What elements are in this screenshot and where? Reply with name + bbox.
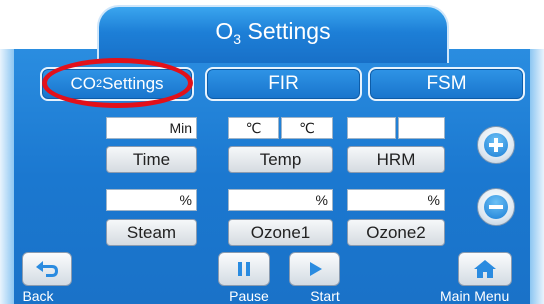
temp-min-field[interactable]: ℃ xyxy=(228,117,279,139)
temp-max-field[interactable]: ℃ xyxy=(281,117,333,139)
temp-button[interactable]: Temp xyxy=(228,146,333,173)
back-label: Back xyxy=(22,288,54,304)
pause-button[interactable] xyxy=(218,252,270,286)
steam-button[interactable]: Steam xyxy=(106,219,197,246)
fsm-button[interactable]: FSM xyxy=(368,67,525,101)
ozone2-value-field[interactable]: % xyxy=(347,189,445,211)
panel-left-edge xyxy=(0,49,14,304)
ozone1-button[interactable]: Ozone1 xyxy=(228,219,333,246)
main-menu-button[interactable] xyxy=(458,252,512,286)
hrm-value-field-left[interactable] xyxy=(347,117,396,139)
back-button[interactable] xyxy=(22,252,72,286)
time-button[interactable]: Time xyxy=(106,146,197,173)
minus-icon xyxy=(484,195,508,219)
time-value-field[interactable]: Min xyxy=(106,117,197,139)
steam-value-field[interactable]: % xyxy=(106,189,197,211)
hrm-button[interactable]: HRM xyxy=(347,146,445,173)
increase-button[interactable] xyxy=(477,126,515,164)
fir-button[interactable]: FIR xyxy=(205,67,362,101)
plus-icon xyxy=(484,133,508,157)
back-arrow-icon xyxy=(36,261,58,277)
ozone1-value-field[interactable]: % xyxy=(228,189,333,211)
o3-settings-screen: O3 Settings CO 2 Settings FIR FSM Min ℃ ℃… xyxy=(0,0,544,304)
start-button[interactable] xyxy=(289,252,340,286)
main-menu-label: Main Menu xyxy=(440,288,510,304)
co2-settings-highlight-ring xyxy=(42,58,193,108)
home-icon xyxy=(474,260,496,278)
play-icon xyxy=(309,262,322,276)
pause-icon xyxy=(238,262,250,276)
panel-right-edge xyxy=(530,49,544,304)
page-title: O3 Settings xyxy=(215,18,331,47)
decrease-button[interactable] xyxy=(477,188,515,226)
ozone2-button[interactable]: Ozone2 xyxy=(347,219,445,246)
start-label: Start xyxy=(310,288,340,304)
pause-label: Pause xyxy=(229,288,269,304)
hrm-value-field-right[interactable] xyxy=(398,117,445,139)
